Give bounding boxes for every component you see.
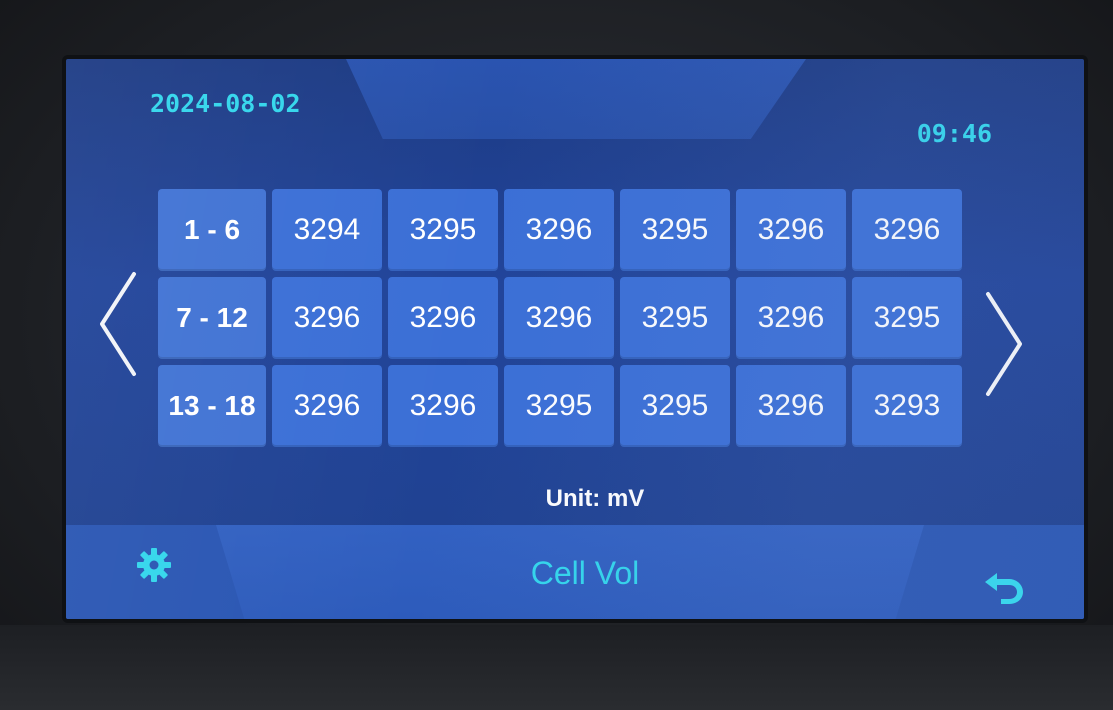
cell-value: 3296 <box>736 365 846 447</box>
cell-value: 3296 <box>736 277 846 359</box>
cell-value: 3296 <box>272 277 382 359</box>
cell-value: 3296 <box>504 189 614 271</box>
cell-value: 3296 <box>736 189 846 271</box>
cell-value: 3293 <box>852 365 962 447</box>
cell-value: 3295 <box>388 189 498 271</box>
cell-value: 3295 <box>852 277 962 359</box>
row-label-2: 7 - 12 <box>158 277 266 359</box>
cell-value: 3295 <box>620 277 730 359</box>
device-bezel-bottom <box>0 625 1113 710</box>
date-display: 2024-08-02 <box>150 89 301 118</box>
cell-value: 3295 <box>620 189 730 271</box>
cell-value: 3295 <box>620 365 730 447</box>
cell-value: 3296 <box>504 277 614 359</box>
back-arrow-icon <box>985 573 1023 604</box>
back-button[interactable] <box>980 563 1028 611</box>
cell-value: 3296 <box>272 365 382 447</box>
cell-value: 3296 <box>852 189 962 271</box>
chevron-right-icon <box>986 292 1022 396</box>
row-label-3: 13 - 18 <box>158 365 266 447</box>
cell-value: 3295 <box>504 365 614 447</box>
cell-value: 3296 <box>388 365 498 447</box>
time-display: 09:46 <box>916 119 992 148</box>
chevron-left-icon <box>100 272 136 376</box>
footer-right-panel <box>934 525 1084 619</box>
footer-bar: Cell Vol <box>66 525 1084 619</box>
header-tab <box>346 59 806 139</box>
unit-label: Unit: mV <box>545 485 645 512</box>
previous-page-button[interactable] <box>94 269 144 379</box>
cell-value: 3294 <box>272 189 382 271</box>
next-page-button[interactable] <box>978 289 1028 399</box>
cell-voltage-grid: 1 - 6 3294 3295 3296 3295 3296 3296 7 - … <box>158 189 966 447</box>
display-screen: 2024-08-02 09:46 1 - 6 3294 3295 3296 32… <box>62 55 1088 623</box>
cell-value: 3296 <box>388 277 498 359</box>
row-label-1: 1 - 6 <box>158 189 266 271</box>
